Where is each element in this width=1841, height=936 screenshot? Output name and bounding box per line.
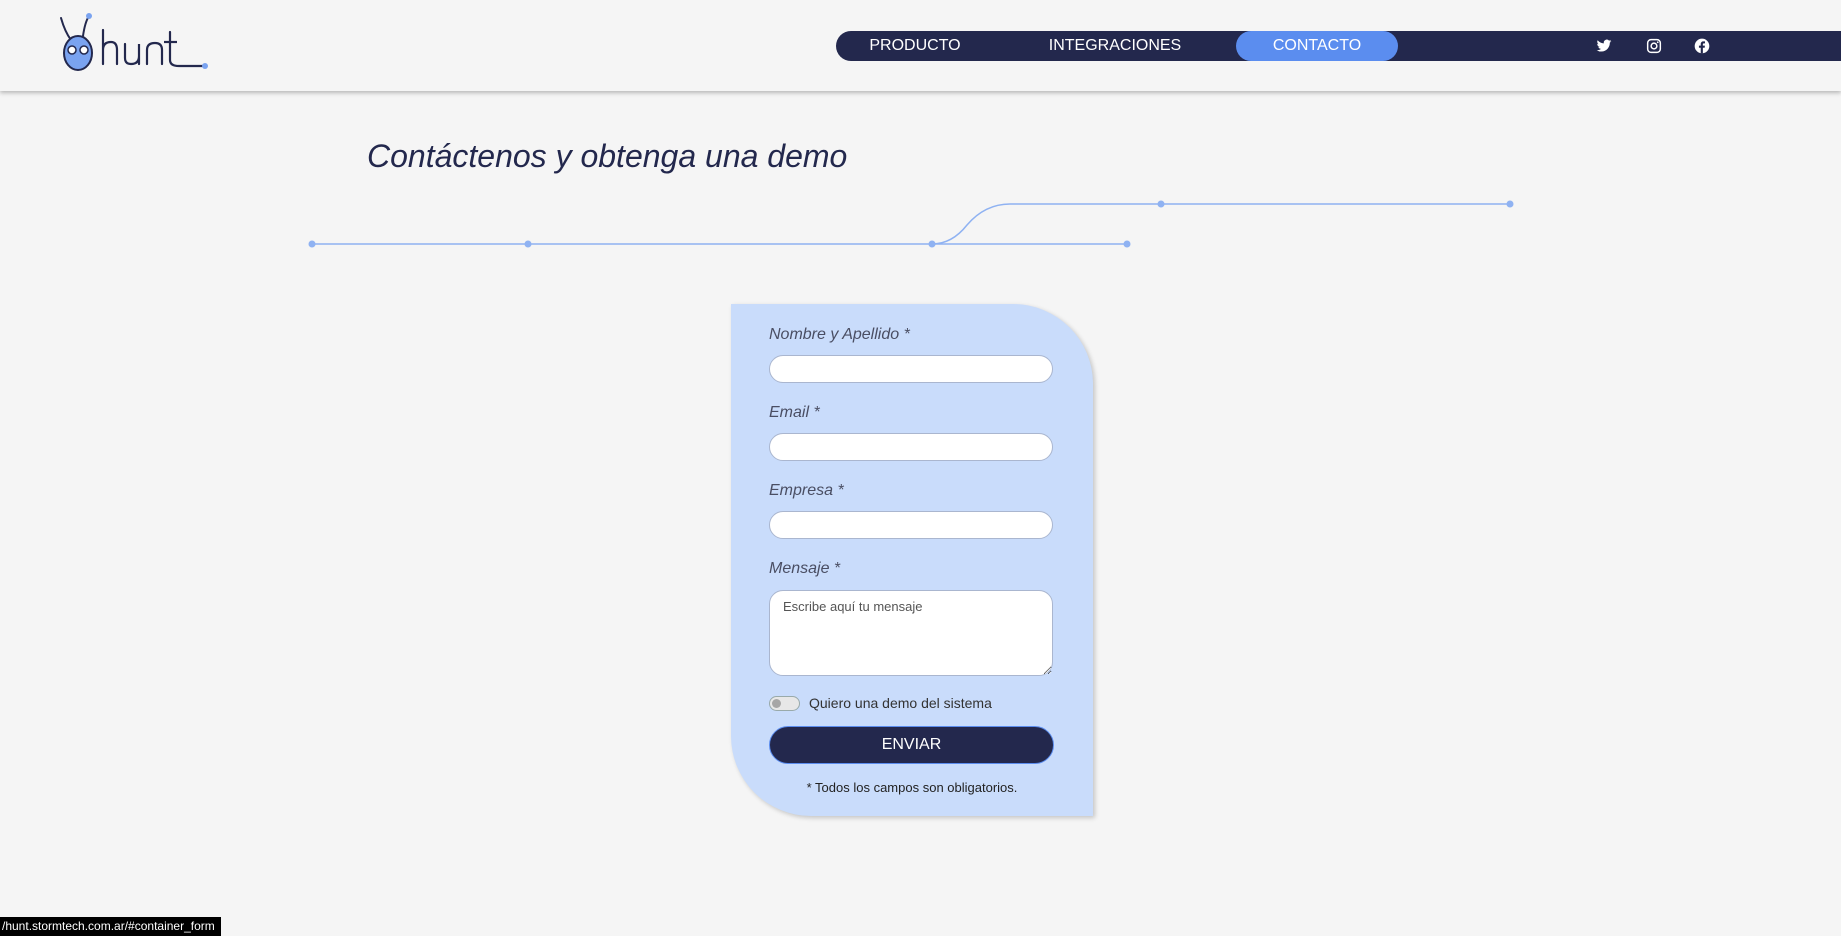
page-title: Contáctenos y obtenga una demo (367, 138, 848, 174)
instagram-icon[interactable] (1646, 38, 1662, 54)
contact-form: Nombre y Apellido * Email * Empresa * Me… (731, 304, 1093, 816)
nav-producto[interactable]: PRODUCTO (846, 31, 984, 61)
twitter-icon[interactable] (1596, 38, 1612, 54)
company-input[interactable] (769, 511, 1053, 539)
submit-button[interactable]: ENVIAR (769, 726, 1054, 764)
demo-toggle[interactable] (769, 696, 800, 711)
nav-contacto[interactable]: CONTACTO (1236, 31, 1398, 61)
facebook-icon[interactable] (1694, 38, 1710, 54)
email-label: Email * (769, 404, 820, 421)
name-input[interactable] (769, 355, 1053, 383)
message-label: Mensaje * (769, 560, 841, 577)
main-nav: PRODUCTO INTEGRACIONES CONTACTO (836, 31, 1841, 61)
hunt-logo[interactable] (55, 12, 215, 82)
nav-integraciones[interactable]: INTEGRACIONES (1034, 31, 1196, 61)
required-note: * Todos los campos son obligatorios. (806, 780, 1018, 795)
company-label: Empresa * (769, 482, 844, 499)
demo-toggle-label: Quiero una demo del sistema (809, 695, 992, 711)
top-bar: PRODUCTO INTEGRACIONES CONTACTO (0, 0, 1841, 91)
name-label: Nombre y Apellido * (769, 326, 910, 343)
decorative-lines (308, 200, 1514, 248)
email-input[interactable] (769, 433, 1053, 461)
toggle-knob (772, 699, 781, 708)
status-bar-url: /hunt.stormtech.com.ar/#container_form (0, 917, 221, 936)
message-textarea[interactable] (769, 590, 1053, 676)
